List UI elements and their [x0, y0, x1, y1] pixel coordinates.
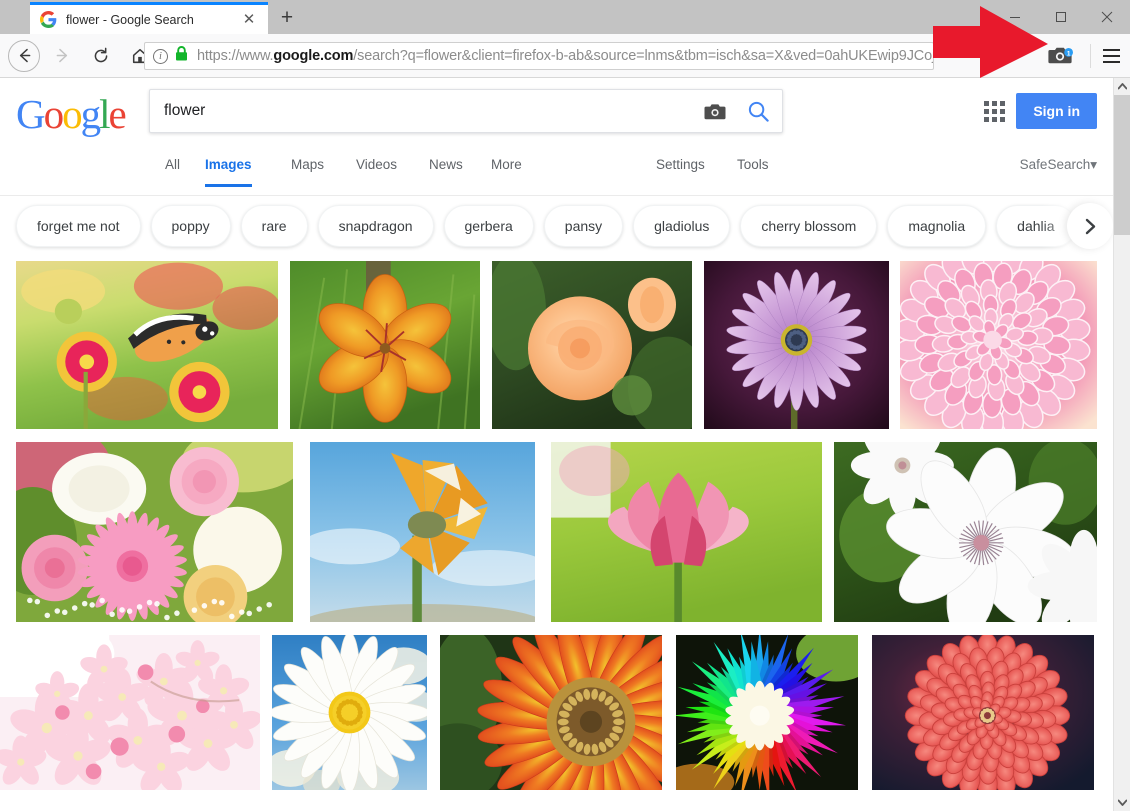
tab-news[interactable]: News — [429, 157, 463, 187]
image-result-butterfly-on-gaillardia[interactable] — [16, 261, 278, 429]
thumbnail-yellow-flower-sky — [310, 442, 535, 622]
maximize-window-icon[interactable] — [1038, 0, 1084, 34]
scroll-down-icon[interactable] — [1114, 794, 1130, 811]
tab-images[interactable]: Images — [205, 157, 252, 187]
search-box[interactable] — [149, 89, 783, 133]
safesearch-label: SafeSearch — [1019, 157, 1091, 172]
scroll-up-icon[interactable] — [1114, 78, 1130, 95]
browser-window: flower - Google Search ✕ + i https://www… — [0, 0, 1130, 811]
google-header: Google flower Sign in All Images Maps Vi… — [0, 78, 1113, 196]
search-nav-tabs: All Images Maps Videos News More Setting… — [0, 144, 1113, 196]
image-result-white-clematis[interactable] — [834, 442, 1097, 622]
minimize-window-icon[interactable] — [992, 0, 1038, 34]
thumbnail-rainbow-chrysanthemum — [676, 635, 858, 790]
thumbnail-butterfly-on-gaillardia — [16, 261, 278, 429]
thumbnail-red-zinnia — [872, 635, 1094, 790]
image-result-orange-lily[interactable] — [290, 261, 480, 429]
camera-search-icon[interactable] — [696, 102, 734, 121]
tab-all[interactable]: All — [165, 157, 180, 187]
tab-title: flower - Google Search — [66, 12, 194, 27]
magnifier-icon[interactable] — [734, 100, 782, 123]
tab-strip: flower - Google Search ✕ + — [0, 0, 1130, 34]
page-scrollbar[interactable] — [1113, 78, 1130, 811]
tab-maps[interactable]: Maps — [291, 157, 324, 187]
image-result-cherry-blossom[interactable] — [0, 635, 260, 790]
chip-magnolia[interactable]: magnolia — [887, 205, 987, 247]
tab-more[interactable]: More — [491, 157, 522, 187]
image-result-pink-lotus[interactable] — [551, 442, 822, 622]
url-text: https://www.google.com/search?q=flower&c… — [197, 48, 934, 64]
chip-gladiolus[interactable]: gladiolus — [633, 205, 731, 247]
image-result-rainbow-chrysanthemum[interactable] — [676, 635, 858, 790]
camera-screenshot-icon[interactable]: 1 — [1048, 44, 1074, 68]
thumbnail-white-clematis — [834, 442, 1097, 622]
image-result-yellow-flower-sky[interactable] — [310, 442, 535, 622]
svg-text:1: 1 — [1067, 50, 1071, 57]
browser-tab[interactable]: flower - Google Search ✕ — [30, 2, 268, 34]
google-logo[interactable]: Google — [16, 90, 127, 138]
safesearch-dropdown[interactable]: SafeSearch▾ — [1020, 157, 1097, 173]
image-result-white-daisy-sky[interactable] — [272, 635, 427, 790]
new-tab-button[interactable]: + — [272, 4, 302, 32]
url-path: /search?q=flower&client=firefox-b-ab&sou… — [353, 48, 934, 64]
sign-in-button[interactable]: Sign in — [1016, 93, 1097, 129]
thumbnail-cherry-blossom — [0, 635, 260, 790]
chip-poppy[interactable]: poppy — [150, 205, 231, 247]
scrollbar-thumb[interactable] — [1114, 95, 1130, 235]
search-input[interactable] — [150, 102, 696, 120]
image-result-purple-osteospermum[interactable] — [704, 261, 889, 429]
url-address-bar[interactable]: i https://www.google.com/search?q=flower… — [144, 42, 934, 70]
reload-button-icon[interactable] — [84, 39, 118, 73]
url-prefix: https://www. — [197, 48, 274, 64]
tab-videos[interactable]: Videos — [356, 157, 397, 187]
apps-grid-icon[interactable] — [981, 98, 1007, 124]
settings-link[interactable]: Settings — [656, 157, 705, 172]
thumbnail-purple-osteospermum — [704, 261, 889, 429]
page-content: Google flower Sign in All Images Maps Vi… — [0, 78, 1113, 811]
chip-snapdragon[interactable]: snapdragon — [317, 205, 434, 247]
forward-button-icon[interactable] — [45, 39, 79, 73]
thumbnail-pink-lotus — [551, 442, 822, 622]
thumbnail-orange-gazania — [440, 635, 662, 790]
image-result-peach-rose[interactable] — [492, 261, 692, 429]
thumbnail-orange-lily — [290, 261, 480, 429]
thumbnail-white-daisy-sky — [272, 635, 427, 790]
close-window-icon[interactable] — [1084, 0, 1130, 34]
window-controls — [992, 0, 1130, 34]
back-button-icon[interactable] — [8, 39, 40, 72]
thumbnail-peach-rose — [492, 261, 692, 429]
thumbnail-pink-dahlia-closeup — [900, 261, 1097, 429]
image-result-pink-dahlia-closeup[interactable] — [900, 261, 1097, 429]
tools-link[interactable]: Tools — [737, 157, 769, 172]
related-searches-chips: forget me not poppy rare snapdragon gerbera p… — [0, 196, 1113, 256]
close-tab-icon[interactable]: ✕ — [240, 11, 258, 29]
chip-cherry-blossom[interactable]: cherry blossom — [740, 205, 878, 247]
chip-dahlia[interactable]: dahlia — [996, 205, 1076, 247]
thumbnail-pink-bouquet — [16, 442, 293, 622]
google-g-icon — [40, 11, 57, 28]
chip-gerbera[interactable]: gerbera — [443, 205, 534, 247]
info-icon[interactable]: i — [153, 48, 168, 64]
chevron-down-icon: ▾ — [1090, 157, 1097, 172]
url-domain: google.com — [273, 48, 354, 64]
image-result-orange-gazania[interactable] — [440, 635, 662, 790]
chip-row: forget me not poppy rare snapdragon gerbera p… — [16, 205, 1113, 247]
image-result-pink-bouquet[interactable] — [16, 442, 293, 622]
hamburger-menu-icon[interactable] — [1090, 44, 1120, 68]
lock-icon — [175, 46, 188, 66]
chip-rare[interactable]: rare — [240, 205, 308, 247]
chip-pansy[interactable]: pansy — [543, 205, 624, 247]
chip-forget-me-not[interactable]: forget me not — [16, 205, 141, 247]
chevron-right-icon[interactable] — [1067, 203, 1113, 249]
image-result-red-zinnia[interactable] — [872, 635, 1094, 790]
